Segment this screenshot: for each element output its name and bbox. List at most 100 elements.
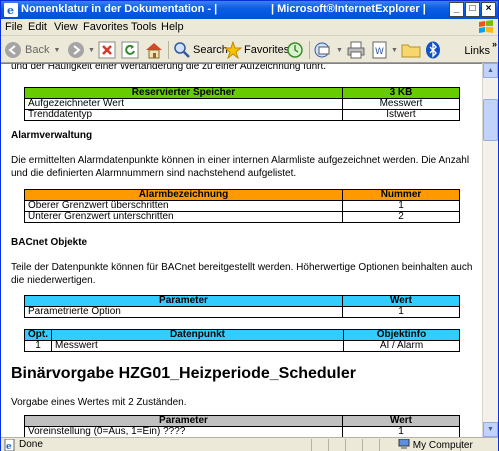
folder-button[interactable] [401,40,421,60]
table-cell: Voreinstellung (0=Aus, 1=Ein) ???? [24,426,343,437]
scroll-down-arrow-icon[interactable]: ▼ [483,422,498,437]
window-title: Nomenklatur in der Dokumentation - | [21,3,218,15]
datapoint-header-info: Objektinfo [343,329,460,341]
minimize-button[interactable]: _ [449,2,464,17]
datapoint-table: Opt. Datenpunkt Objektinfo 1 Messwert AI… [24,329,460,352]
table-cell: 1 [342,200,460,212]
window-title-app: | Microsoft®InternetExplorer | [271,3,426,15]
close-button[interactable]: × [481,2,496,17]
search-icon [174,42,190,58]
search-button[interactable]: Search [173,40,228,60]
menu-favorites[interactable]: Favorites [83,21,128,33]
status-segment [311,439,312,451]
toolbar-separator [309,41,310,59]
table-cell: Messwert [342,98,460,110]
datapoint-header-row: Opt. Datenpunkt Objektinfo [24,329,460,341]
bluetooth-icon [426,41,440,59]
svg-text:W: W [375,47,384,57]
zone-label: My Computer [412,440,473,451]
refresh-icon [121,41,139,59]
star-icon [224,41,242,59]
favorites-button[interactable]: Favorites [224,40,289,60]
datapoint-header-opt: Opt. [24,329,52,341]
menu-tools[interactable]: Tools [131,21,157,33]
param2-header-row: Parameter Wert [24,415,460,427]
toolbar-separator [168,41,169,59]
binary-text: Vorgabe eines Wertes mit 2 Zuständen. [11,397,187,408]
page-content: und der Häufigkeit einer Wertänderung di… [1,63,482,437]
table-cell: 1 [342,306,460,318]
table-cell: Istwert [342,109,460,121]
alarm-header-left: Alarmbezeichnung [24,189,343,201]
table-row: Voreinstellung (0=Aus, 1=Ein) ???? 1 [24,426,460,437]
maximize-button[interactable]: □ [465,2,480,17]
speicher-table: Reservierter Speicher 3 KB Aufgezeichnet… [24,87,460,121]
menu-view[interactable]: View [54,21,78,33]
param2-header-left: Parameter [24,415,343,427]
ie-window: e Nomenklatur in der Dokumentation - | |… [0,0,499,451]
table-row: 1 Messwert AI / Alarm [24,340,460,352]
back-label: Back [25,44,50,56]
status-segment [379,439,380,451]
scroll-up-arrow-icon[interactable]: ▲ [483,63,498,78]
table-row: Trenddatentyp Istwert [24,109,460,121]
home-icon [146,43,162,59]
menu-edit[interactable]: Edit [28,21,47,33]
back-button[interactable]: Back ▼ [4,40,60,60]
table-cell: Parametrierte Option [24,306,343,318]
refresh-button[interactable] [121,40,139,60]
table-row: Oberer Grenzwert überschritten 1 [24,200,460,212]
bacnet-text: Teile der Datenpunkte können für BACnet … [11,262,473,286]
table-cell: Aufgezeichneter Wert [24,98,343,110]
menu-help[interactable]: Help [161,21,184,33]
bluetooth-button[interactable] [425,40,441,60]
param-header-right: Wert [342,295,460,307]
my-computer-icon [398,438,410,449]
home-button[interactable] [144,40,164,60]
stop-button[interactable] [98,40,116,60]
param-header-row: Parameter Wert [24,295,460,307]
print-button[interactable] [347,40,365,60]
chevron-down-icon: ▼ [53,46,61,54]
alarm-table: Alarmbezeichnung Nummer Oberer Grenzwert… [24,189,460,223]
menu-file[interactable]: File [5,21,23,33]
intro-text-cutoff: und der Häufigkeit einer Wertänderung di… [11,63,327,72]
table-cell: 1 [24,340,52,352]
status-segment [328,439,329,451]
security-zone: My Computer [398,438,473,451]
chevron-down-icon: ▼ [88,46,95,54]
scroll-thumb[interactable] [483,99,498,141]
windows-flag-icon [479,20,493,33]
table-cell: 2 [342,211,460,223]
toolbar-overflow-chevron-icon[interactable]: » [492,39,497,49]
param2-table: Parameter Wert Voreinstellung (0=Aus, 1=… [24,415,460,437]
history-button[interactable] [286,40,304,60]
vertical-scrollbar[interactable]: ▲ ▼ [482,63,498,437]
alarm-header-right: Nummer [342,189,460,201]
table-cell: Unterer Grenzwert unterschritten [24,211,343,223]
stop-icon [98,41,116,59]
internet-explorer-icon: e [4,3,18,17]
title-bar[interactable]: e Nomenklatur in der Dokumentation - | |… [1,1,498,19]
links-label[interactable]: Links [464,45,490,57]
binary-heading: Binärvorgabe HZG01_Heizperiode_Scheduler [11,365,356,382]
toolbar: Back ▼ ▼ Search Favorites ▼ W ▼ Links » [1,36,498,63]
menu-bar: File Edit View Favorites Tools Help [1,19,498,36]
svg-text:e: e [7,4,14,17]
forward-arrow-icon [68,42,84,58]
chevron-down-icon: ▼ [336,46,343,54]
page-done-icon: e [4,439,15,451]
mail-button[interactable]: ▼ [314,40,343,60]
param-table: Parameter Wert Parametrierte Option 1 [24,295,460,318]
edit-button[interactable]: W ▼ [371,40,398,60]
status-segment [362,439,363,451]
alarm-heading: Alarmverwaltung [11,130,93,141]
table-cell: Messwert [51,340,344,352]
favorites-label: Favorites [244,44,290,56]
table-cell: Trenddatentyp [24,109,343,121]
chevron-down-icon: ▼ [391,46,398,54]
forward-button[interactable]: ▼ [67,40,95,60]
svg-text:e: e [6,442,12,451]
speicher-header-right: 3 KB [342,87,460,99]
speicher-header-row: Reservierter Speicher 3 KB [24,87,460,99]
